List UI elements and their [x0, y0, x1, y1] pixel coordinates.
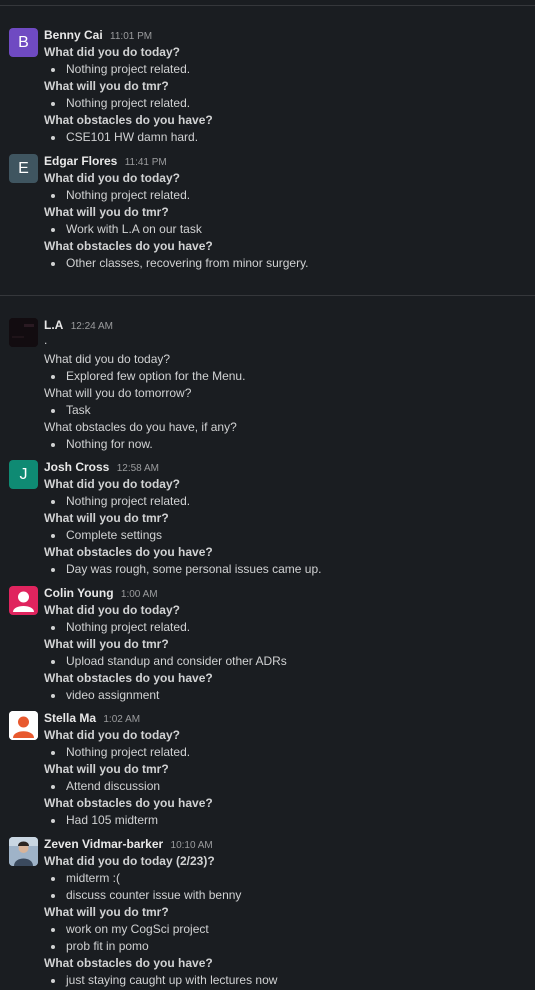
bullet-item: discuss counter issue with benny: [44, 887, 535, 904]
bullet-item: Nothing project related.: [44, 619, 535, 636]
question: What will you do tmr?: [44, 905, 169, 919]
question: What obstacles do you have?: [44, 671, 213, 685]
top-divider: [0, 5, 535, 6]
bullet-item: Attend discussion: [44, 778, 535, 795]
timestamp[interactable]: 11:01 PM: [110, 31, 152, 42]
profile-photo-icon: [9, 318, 38, 347]
question: What will you do tmr?: [44, 205, 169, 219]
question: What will you do tmr?: [44, 511, 169, 525]
avatar-initial: J: [19, 465, 28, 483]
profile-photo-icon: [9, 837, 38, 866]
question: What obstacles do you have, if any?: [44, 420, 237, 434]
timestamp[interactable]: 11:41 PM: [125, 157, 167, 168]
question: What did you do today?: [44, 352, 171, 366]
avatar[interactable]: B: [9, 28, 38, 57]
question: What obstacles do you have?: [44, 545, 213, 559]
question: What obstacles do you have?: [44, 239, 213, 253]
bullet-item: Had 105 midterm: [44, 812, 535, 829]
sender-name[interactable]: Stella Ma: [44, 711, 96, 725]
bullet-item: Day was rough, some personal issues came…: [44, 561, 535, 578]
question: What will you do tomorrow?: [44, 386, 192, 400]
day-divider: [0, 295, 535, 296]
timestamp[interactable]: 1:00 AM: [121, 589, 158, 600]
avatar[interactable]: [9, 711, 38, 740]
question: What did you do today?: [44, 45, 180, 59]
sender-name[interactable]: Colin Young: [44, 586, 114, 600]
question: What did you do today?: [44, 477, 180, 491]
question: What obstacles do you have?: [44, 956, 213, 970]
question: What obstacles do you have?: [44, 796, 213, 810]
sender-name[interactable]: Edgar Flores: [44, 154, 117, 168]
bullet-item: Upload standup and consider other ADRs: [44, 653, 535, 670]
timestamp[interactable]: 10:10 AM: [171, 840, 213, 851]
bullet-item: work on my CogSci project: [44, 921, 535, 938]
bullet-item: prob fit in pomo: [44, 938, 535, 955]
question: What will you do tmr?: [44, 79, 169, 93]
sender-name[interactable]: L.A: [44, 318, 63, 332]
bullet-item: midterm :(: [44, 870, 535, 887]
question: What will you do tmr?: [44, 762, 169, 776]
avatar[interactable]: E: [9, 154, 38, 183]
bullet-item: Nothing project related.: [44, 493, 535, 510]
question: What did you do today?: [44, 171, 180, 185]
bullet-item: Nothing project related.: [44, 61, 535, 78]
avatar[interactable]: [9, 318, 38, 347]
bullet-item: Other classes, recovering from minor sur…: [44, 255, 535, 272]
sender-name[interactable]: Josh Cross: [44, 460, 109, 474]
timestamp[interactable]: 12:58 AM: [117, 463, 159, 474]
bullet-item: CSE101 HW damn hard.: [44, 129, 535, 146]
bullet-item: Nothing project related.: [44, 187, 535, 204]
avatar[interactable]: J: [9, 460, 38, 489]
message-text: .: [44, 333, 48, 347]
timestamp[interactable]: 12:24 AM: [71, 321, 113, 332]
avatar-initial: B: [18, 33, 29, 51]
question: What obstacles do you have?: [44, 113, 213, 127]
bullet-item: video assignment: [44, 687, 535, 704]
avatar[interactable]: [9, 586, 38, 615]
timestamp[interactable]: 1:02 AM: [103, 714, 140, 725]
default-user-icon: [9, 711, 38, 740]
bullet-item: just staying caught up with lectures now: [44, 972, 535, 989]
sender-name[interactable]: Benny Cai: [44, 28, 103, 42]
question: What did you do today (2/23)?: [44, 854, 215, 868]
question: What did you do today?: [44, 728, 180, 742]
bullet-item: Nothing for now.: [44, 436, 535, 453]
question: What will you do tmr?: [44, 637, 169, 651]
bullet-item: Nothing project related.: [44, 95, 535, 112]
default-user-icon: [13, 591, 34, 612]
sender-name[interactable]: Zeven Vidmar-barker: [44, 837, 163, 851]
avatar[interactable]: [9, 837, 38, 866]
avatar-initial: E: [18, 159, 29, 177]
question: What did you do today?: [44, 603, 180, 617]
bullet-item: Task: [44, 402, 535, 419]
bullet-item: Complete settings: [44, 527, 535, 544]
bullet-item: Explored few option for the Menu.: [44, 368, 535, 385]
bullet-item: Nothing project related.: [44, 744, 535, 761]
bullet-item: Work with L.A on our task: [44, 221, 535, 238]
